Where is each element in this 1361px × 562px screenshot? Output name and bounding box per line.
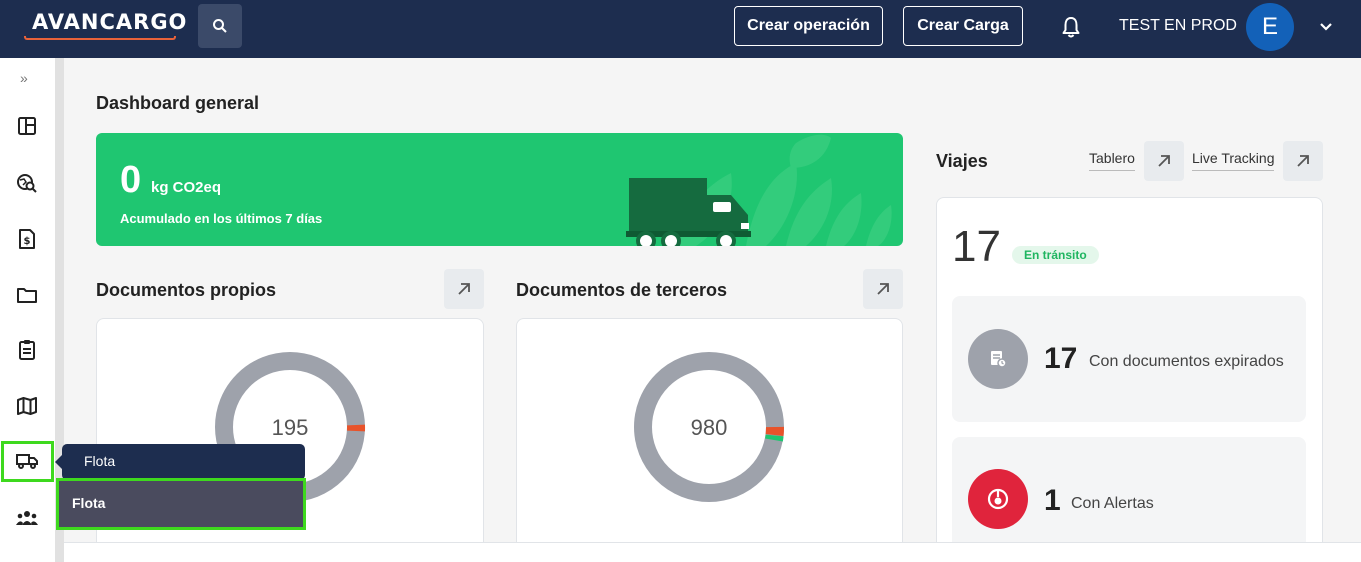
co2-value: 0 (120, 159, 142, 201)
sidebar-expand-icon[interactable]: » (20, 70, 28, 86)
search-icon (213, 19, 227, 33)
co2-unit: kg CO2eq (151, 179, 222, 196)
co2-banner: 0 kg CO2eq Acumulado en los últimos 7 dí… (96, 133, 903, 246)
own-documents-title: Documentos propios (96, 280, 277, 300)
sidebar-item-dashboard[interactable] (12, 111, 42, 141)
sidebar-item-folders[interactable] (12, 280, 42, 310)
clipboard-icon (19, 340, 35, 360)
trips-board-link[interactable]: Tablero (1089, 150, 1135, 171)
sidebar-item-fleet-icon-wrapper[interactable] (12, 446, 42, 476)
arrow-up-right-icon (458, 283, 470, 295)
sidebar-item-orders[interactable] (12, 335, 42, 365)
sidebar-item-map[interactable] (12, 391, 42, 421)
expired-documents-label: Con documentos expirados (1089, 353, 1284, 370)
in-transit-count: 17 (952, 222, 1001, 271)
own-documents-total: 195 (271, 415, 309, 440)
avatar[interactable]: E (1246, 3, 1294, 51)
third-party-documents-total: 980 (690, 415, 728, 440)
truck-leaves-illustration (626, 134, 892, 246)
fleet-submenu-item[interactable]: Flota (56, 478, 306, 530)
svg-text:$: $ (24, 236, 31, 247)
alerts-count: 1 (1044, 484, 1061, 517)
search-button[interactable] (198, 4, 242, 48)
arrow-up-right-icon (877, 283, 889, 295)
top-bar: AVANCARGO Crear operación Crear Carga TE… (0, 0, 1361, 58)
alert-icon (968, 469, 1028, 529)
own-documents-open-button[interactable] (444, 269, 484, 309)
arrow-up-right-icon (1158, 155, 1170, 167)
co2-subtitle: Acumulado en los últimos 7 días (120, 211, 323, 226)
live-tracking-open-button[interactable] (1283, 141, 1323, 181)
sidebar-item-users[interactable] (12, 503, 42, 533)
trips-title: Viajes (936, 151, 988, 171)
dashboard-icon (18, 117, 36, 135)
search-globe-icon (17, 174, 37, 193)
third-party-documents-title: Documentos de terceros (516, 280, 728, 300)
folder-icon (17, 288, 37, 303)
users-icon (16, 511, 38, 525)
live-tracking-link[interactable]: Live Tracking (1192, 150, 1275, 171)
arrow-up-right-icon (1297, 155, 1309, 167)
user-name[interactable]: TEST EN PROD (1119, 17, 1237, 35)
expired-documents-count: 17 (1044, 342, 1078, 375)
logo-underline (24, 36, 176, 40)
trips-board-open-button[interactable] (1144, 141, 1184, 181)
sidebar-item-tracking[interactable] (12, 168, 42, 198)
logo-text: AVANCARGO (32, 10, 188, 34)
page-title: Dashboard general (96, 93, 260, 113)
third-party-documents-open-button[interactable] (863, 269, 903, 309)
notifications-bell-icon[interactable] (1058, 14, 1084, 40)
create-operation-button[interactable]: Crear operación (734, 6, 883, 46)
fleet-tooltip: Flota (55, 444, 305, 480)
invoice-icon: $ (19, 229, 35, 249)
fleet-tooltip-text: Flota (84, 453, 116, 469)
map-icon (17, 397, 37, 415)
expired-document-icon (968, 329, 1028, 389)
truck-icon (16, 454, 38, 469)
alerts-label: Con Alertas (1071, 495, 1154, 512)
in-transit-badge: En tránsito (1012, 246, 1099, 264)
chevron-down-icon[interactable] (1317, 17, 1335, 35)
bottom-bar (64, 542, 1361, 562)
sidebar-item-billing[interactable]: $ (12, 224, 42, 254)
expired-documents-row[interactable]: 17 Con documentos expirados (952, 296, 1306, 422)
avancargo-logo[interactable]: AVANCARGO (22, 10, 186, 40)
fleet-submenu-label: Flota (72, 495, 106, 511)
create-load-button[interactable]: Crear Carga (903, 6, 1023, 46)
